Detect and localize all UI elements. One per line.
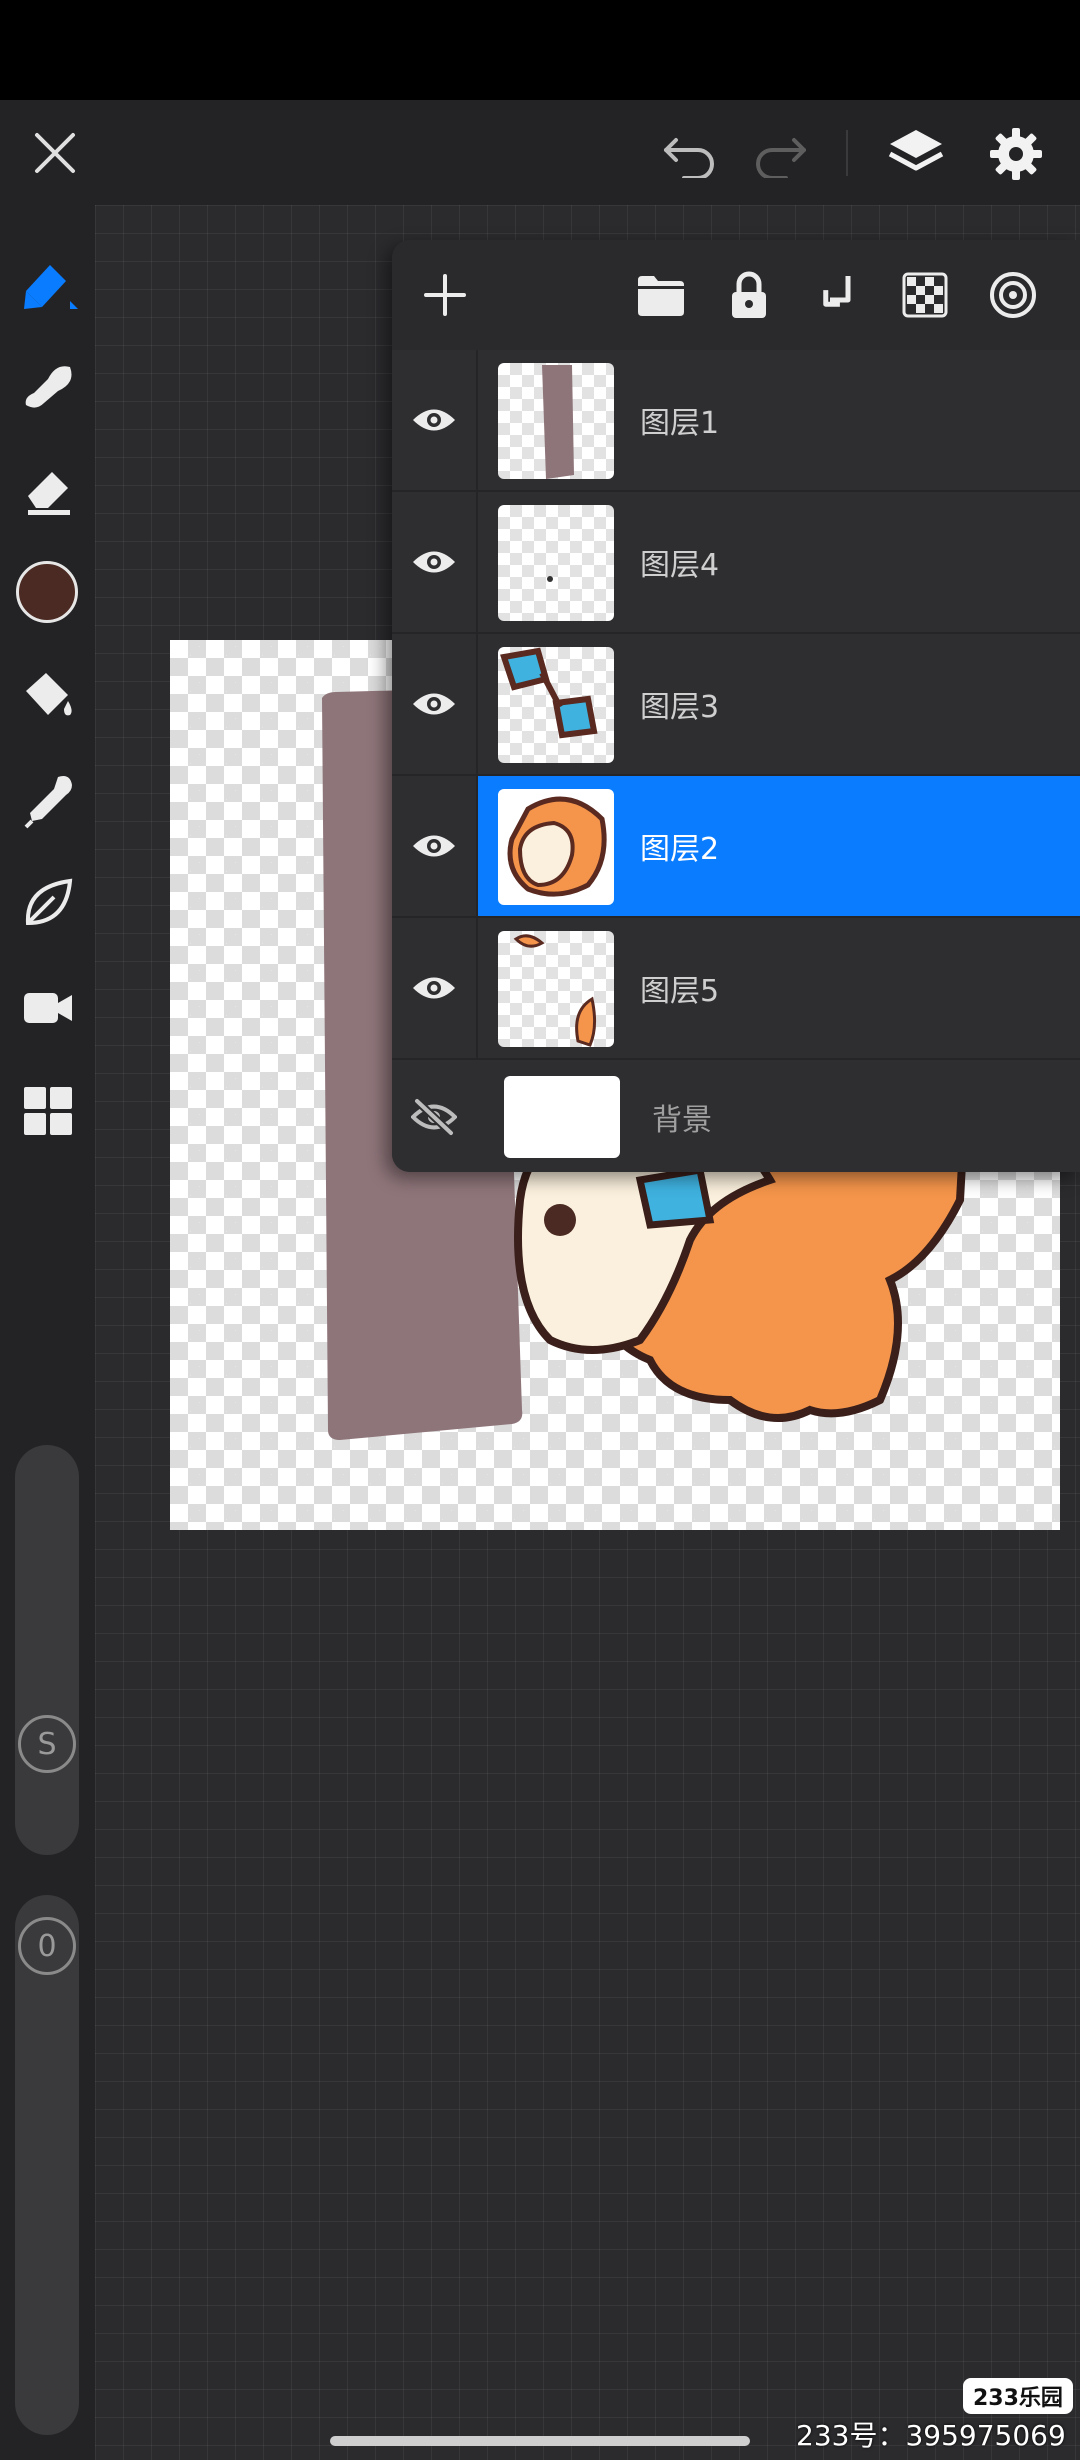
paint-bucket-icon: [26, 673, 72, 716]
plus-icon: [424, 274, 466, 316]
nose-dot: [544, 1204, 576, 1236]
layer-visibility-toggle[interactable]: [392, 492, 476, 632]
layer-name: 图层2: [640, 832, 720, 867]
leaf-icon: [25, 878, 73, 926]
layer-name: 图层3: [640, 690, 720, 725]
eye-icon: [413, 835, 455, 857]
layer-visibility-toggle[interactable]: [392, 350, 476, 490]
eye-shape: [635, 1165, 715, 1229]
eye-icon: [413, 977, 455, 999]
merge-down-button[interactable]: [804, 262, 870, 328]
layers-toolbar: [392, 240, 1080, 350]
eyedropper-tool[interactable]: [10, 761, 86, 837]
opacity-slider-label: 0: [37, 1928, 57, 1964]
layer-row-body[interactable]: 图层2: [476, 776, 1080, 916]
toolbar-divider: [846, 130, 848, 176]
layer-thumbnail: [498, 363, 614, 479]
layer-thumbnail-art: [542, 365, 574, 479]
layer-row-1[interactable]: 图层1: [392, 350, 1080, 492]
eyedropper-icon: [24, 776, 72, 829]
layer-thumbnail: [498, 505, 614, 621]
color-swatch[interactable]: [16, 561, 78, 623]
layer-row-body[interactable]: 图层4: [476, 492, 1080, 632]
group-layers-button[interactable]: [628, 262, 694, 328]
redo-icon: [756, 138, 806, 178]
gear-icon: [990, 128, 1042, 180]
opacity-slider[interactable]: [15, 1895, 79, 2435]
layer-row-4[interactable]: 图层4: [392, 492, 1080, 634]
blend-mode-button[interactable]: [980, 262, 1046, 328]
record-tool[interactable]: [10, 969, 86, 1045]
layer-row-5[interactable]: 图层5: [392, 918, 1080, 1060]
layer-thumbnail-art: [507, 796, 607, 897]
video-camera-icon: [24, 993, 72, 1023]
smudge-icon: [25, 366, 72, 408]
layer-name: 图层4: [640, 548, 720, 583]
layer-visibility-toggle[interactable]: [392, 776, 476, 916]
undo-icon: [664, 138, 714, 178]
layer-name: 图层5: [640, 974, 720, 1009]
layers-icon: [888, 130, 944, 171]
watermark-logo: 233乐园: [963, 2378, 1073, 2414]
brush-tool[interactable]: [10, 245, 86, 321]
layer-thumbnail-art: [513, 934, 597, 1047]
opacity-slider-knob[interactable]: 0: [18, 1917, 76, 1975]
gallery-button[interactable]: [10, 1073, 86, 1149]
size-slider[interactable]: [15, 1445, 79, 1855]
layer-thumbnail: [498, 789, 614, 905]
checkerboard-icon: [902, 272, 948, 318]
layers-panel: 图层1 图层4 图层3 图层2 图层5 背景: [392, 240, 1080, 1172]
layer-thumbnail: [498, 647, 614, 763]
eye-icon: [413, 551, 455, 573]
shape-tool[interactable]: [10, 865, 86, 941]
layer-row-body[interactable]: 图层5: [476, 918, 1080, 1058]
lock-icon: [732, 271, 766, 318]
background-layer-row[interactable]: 背景: [392, 1062, 1080, 1172]
pen-icon: [24, 265, 78, 309]
undo-button[interactable]: [650, 122, 730, 186]
background-layer-name: 背景: [652, 1103, 712, 1138]
redo-button[interactable]: [740, 122, 820, 186]
folder-icon: [638, 276, 684, 316]
eraser-icon: [28, 472, 70, 515]
home-indicator[interactable]: [330, 2436, 750, 2446]
close-icon: [35, 133, 75, 173]
layer-thumbnail: [498, 931, 614, 1047]
lock-layer-button[interactable]: [716, 262, 782, 328]
layers-button[interactable]: [880, 118, 952, 190]
fill-tool[interactable]: [10, 657, 86, 733]
layer-name: 图层1: [640, 406, 720, 441]
blend-target-icon: [990, 272, 1036, 318]
layer-visibility-toggle[interactable]: [392, 634, 476, 774]
grid-icon: [24, 1087, 72, 1135]
eye-off-icon: [411, 1098, 457, 1136]
eye-icon: [413, 409, 455, 431]
layer-row-2[interactable]: 图层2: [392, 776, 1080, 918]
watermark-id: 233号：395975069: [796, 2419, 1066, 2452]
alpha-lock-button[interactable]: [892, 262, 958, 328]
background-thumbnail: [504, 1076, 620, 1158]
eye-icon: [413, 693, 455, 715]
layer-thumbnail-art: [547, 576, 553, 582]
settings-button[interactable]: [980, 118, 1052, 190]
background-visibility-toggle[interactable]: [392, 1062, 476, 1172]
eraser-tool[interactable]: [10, 450, 86, 526]
layer-row-3[interactable]: 图层3: [392, 634, 1080, 776]
smudge-tool[interactable]: [10, 345, 86, 421]
layer-row-body[interactable]: 图层1: [476, 350, 1080, 490]
merge-down-icon: [823, 276, 851, 307]
layer-thumbnail-art: [500, 647, 598, 739]
tool-rail: S 0: [0, 205, 95, 2460]
add-layer-button[interactable]: [412, 262, 478, 328]
status-bar: [0, 0, 1080, 100]
size-slider-label: S: [37, 1726, 57, 1762]
layer-row-body[interactable]: 图层3: [476, 634, 1080, 774]
top-toolbar: [0, 100, 1080, 205]
size-slider-knob[interactable]: S: [18, 1715, 76, 1773]
layer-visibility-toggle[interactable]: [392, 918, 476, 1058]
close-button[interactable]: [22, 120, 88, 186]
